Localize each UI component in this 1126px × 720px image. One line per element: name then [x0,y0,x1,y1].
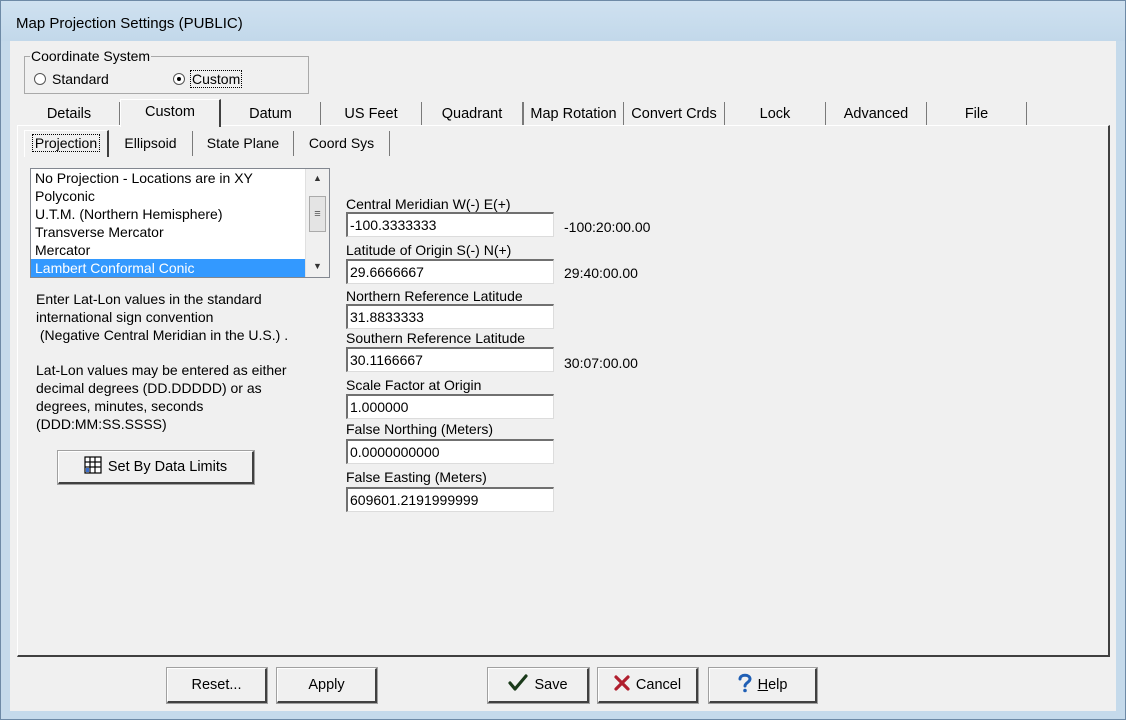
tab-details-label: Details [46,106,92,122]
dialog-client-area: Coordinate System Standard Custom Detail… [10,41,1116,711]
tab-file-label: File [964,106,989,122]
tab-map-rotation[interactable]: Map Rotation [523,102,624,126]
central-meridian-dms: -100:20:00.00 [564,219,651,235]
help-rest: elp [768,677,788,693]
tab-datum-label: Datum [249,106,292,122]
list-item[interactable]: Mercator [31,241,305,259]
apply-button-label: Apply [308,677,345,693]
cancel-button-label: Cancel [635,677,682,693]
tab-lock[interactable]: Lock [725,102,826,126]
list-item[interactable]: No Projection - Locations are in XY [31,169,305,187]
projection-listbox[interactable]: No Projection - Locations are in XY Poly… [30,168,330,278]
false-easting-label: False Easting (Meters) [346,469,487,485]
latitude-origin-dms: 29:40:00.00 [564,265,638,281]
false-easting-field[interactable] [346,487,554,512]
scale-factor-label: Scale Factor at Origin [346,377,482,393]
apply-button[interactable]: Apply [276,667,378,704]
subtab-projection[interactable]: Projection [24,130,109,157]
central-meridian-label: Central Meridian W(-) E(+) [346,196,511,212]
dialog-window: Map Projection Settings (PUBLIC) Coordin… [0,0,1126,720]
list-item[interactable]: U.T.M. (Northern Hemisphere) [31,205,305,223]
radio-custom-circle[interactable] [173,73,185,85]
main-tab-strip: Details Custom Datum US Feet Quadrant Ma… [19,99,1029,127]
title-bar[interactable]: Map Projection Settings (PUBLIC) [1,1,1125,41]
tab-convert-crds-label: Convert Crds [631,106,717,122]
coordinate-system-legend: Coordinate System [30,48,152,64]
listbox-scrollbar[interactable]: ▲ ≡ ▼ [305,169,329,277]
southern-ref-dms: 30:07:00.00 [564,355,638,371]
latitude-origin-label: Latitude of Origin S(-) N(+) [346,242,512,258]
list-item[interactable]: Polyconic [31,187,305,205]
scroll-down-arrow-icon[interactable]: ▼ [306,257,329,275]
grid-icon [84,456,102,478]
tab-details[interactable]: Details [19,102,120,126]
help-button[interactable]: Help [708,667,818,704]
tab-datum[interactable]: Datum [221,102,321,126]
checkmark-icon [508,674,529,696]
subtab-projection-label: Projection [31,134,101,152]
subtab-state-plane[interactable]: State Plane [193,131,294,156]
tab-advanced[interactable]: Advanced [826,102,927,126]
radio-custom-label: Custom [189,70,243,88]
radio-custom[interactable]: Custom [173,70,243,88]
window-title: Map Projection Settings (PUBLIC) [16,15,243,32]
subtab-coord-sys-label: Coord Sys [308,135,375,151]
southern-ref-label: Southern Reference Latitude [346,330,526,346]
set-by-data-limits-button[interactable]: Set By Data Limits [57,450,255,485]
list-item[interactable]: Transverse Mercator [31,223,305,241]
set-by-data-limits-label: Set By Data Limits [107,459,228,475]
tab-map-rotation-label: Map Rotation [530,106,617,122]
tab-lock-label: Lock [759,106,791,122]
tab-custom[interactable]: Custom [120,99,221,127]
tab-advanced-label: Advanced [843,106,909,122]
subtab-ellipsoid-label: Ellipsoid [124,135,177,151]
info-format: Lat-Lon values may be entered as either … [36,362,287,432]
northern-ref-label: Northern Reference Latitude [346,288,523,304]
northern-ref-field[interactable] [346,304,554,329]
tab-custom-label: Custom [145,104,195,120]
reset-button-label: Reset... [191,677,242,693]
tab-convert-crds[interactable]: Convert Crds [624,102,725,126]
tab-us-feet-label: US Feet [344,106,398,122]
tab-quadrant-label: Quadrant [441,106,503,122]
central-meridian-field[interactable] [346,212,554,237]
false-northing-field[interactable] [346,439,554,464]
scale-factor-field[interactable] [346,394,554,419]
radio-standard-circle[interactable] [34,73,46,85]
tab-us-feet[interactable]: US Feet [321,102,422,126]
cancel-button[interactable]: Cancel [597,667,699,704]
list-item-selected[interactable]: Lambert Conformal Conic [31,259,305,277]
save-button-label: Save [534,677,568,693]
scroll-up-arrow-icon[interactable]: ▲ [306,169,329,187]
reset-button[interactable]: Reset... [166,667,268,704]
false-northing-label: False Northing (Meters) [346,421,494,437]
close-x-icon [614,675,630,695]
custom-tab-panel: Projection Ellipsoid State Plane Coord S… [17,125,1110,657]
radio-standard[interactable]: Standard [34,71,109,87]
tab-file[interactable]: File [927,102,1027,126]
question-mark-icon [738,673,752,697]
save-button[interactable]: Save [487,667,590,704]
coordinate-system-group: Coordinate System Standard Custom [24,48,309,94]
radio-standard-label: Standard [52,71,109,87]
tab-quadrant[interactable]: Quadrant [422,102,523,126]
subtab-state-plane-label: State Plane [206,135,280,151]
southern-ref-field[interactable] [346,347,554,372]
info-sign-convention: Enter Lat-Lon values in the standard int… [36,291,289,343]
subtab-ellipsoid[interactable]: Ellipsoid [109,131,193,156]
help-button-label: Help [758,677,788,693]
latitude-origin-field[interactable] [346,259,554,284]
scroll-thumb[interactable]: ≡ [309,196,326,232]
subtab-coord-sys[interactable]: Coord Sys [294,131,390,156]
help-mnemonic: H [757,677,769,693]
